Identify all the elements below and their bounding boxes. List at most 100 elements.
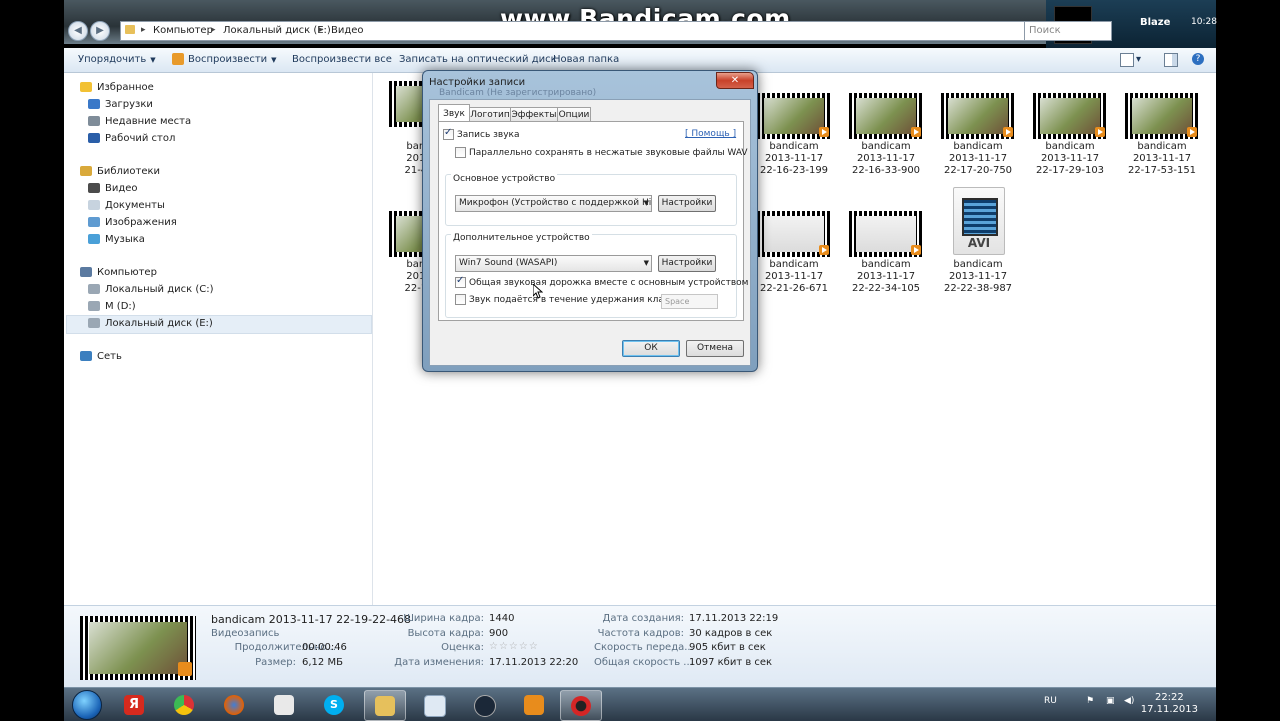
- help-link[interactable]: [ Помощь ]: [685, 129, 736, 139]
- search-input[interactable]: Поиск: [1024, 21, 1112, 41]
- cancel-button[interactable]: Отмена: [686, 340, 744, 357]
- volume-icon[interactable]: ◀): [1124, 696, 1134, 706]
- help-icon[interactable]: ?: [1192, 53, 1204, 65]
- tab-logo[interactable]: Логотип: [469, 107, 511, 122]
- secondary-settings-button[interactable]: Настройки: [658, 255, 716, 272]
- letterbox-right: [1216, 0, 1280, 720]
- start-button[interactable]: [72, 690, 102, 720]
- list-item[interactable]: bandicam 2013-11-17 22-16-33-900: [840, 141, 932, 177]
- taskbar-app[interactable]: [414, 690, 454, 719]
- list-item[interactable]: bandicam 2013-11-17 22-21-26-671: [748, 259, 840, 295]
- rating-stars[interactable]: ☆☆☆☆☆: [489, 641, 539, 652]
- skype-icon: S: [324, 695, 344, 715]
- list-item[interactable]: bandicam 2013-11-17 22-16-23-199: [748, 141, 840, 177]
- address-bar[interactable]: ▸ Компьютер ▸ Локальный диск (E:) ▸ Виде…: [120, 21, 1032, 41]
- list-item[interactable]: bandicam 2013-11-17 22-22-38-987: [932, 259, 1024, 295]
- taskbar-bandicam[interactable]: [560, 690, 602, 721]
- taskbar-explorer[interactable]: [364, 690, 406, 721]
- forward-button[interactable]: ▶: [90, 21, 110, 41]
- file-thumbnail[interactable]: [849, 211, 923, 257]
- preview-pane-icon[interactable]: [1164, 53, 1178, 67]
- tab-effects[interactable]: Эффекты: [510, 107, 558, 122]
- nav-network[interactable]: Сеть: [80, 351, 122, 367]
- primary-settings-button[interactable]: Настройки: [658, 195, 716, 212]
- hold-key-checkbox[interactable]: [455, 294, 466, 305]
- taskbar-media-player[interactable]: [514, 690, 554, 719]
- record-sound-checkbox[interactable]: [443, 127, 454, 140]
- nav-music[interactable]: Музыка: [88, 234, 145, 250]
- nav-desktop[interactable]: Рабочий стол: [88, 133, 175, 149]
- burn-button[interactable]: Записать на оптический диск: [399, 54, 557, 65]
- size-label: Размер:: [255, 657, 296, 668]
- file-thumbnail[interactable]: [941, 93, 1015, 139]
- nav-libraries[interactable]: Библиотеки: [80, 166, 160, 182]
- taskbar-clock[interactable]: 22:22 17.11.2013: [1141, 692, 1198, 716]
- play-button[interactable]: Воспроизвести ▼: [188, 54, 277, 65]
- nav-drive-c[interactable]: Локальный диск (C:): [88, 284, 214, 300]
- language-indicator[interactable]: RU: [1044, 696, 1057, 706]
- nav-recent[interactable]: Недавние места: [88, 116, 191, 132]
- list-item[interactable]: bandicam 2013-11-17 22-22-34-105: [840, 259, 932, 295]
- details-pane: bandicam 2013-11-17 22-19-22-468 Видеоза…: [64, 605, 1216, 688]
- file-time: 22-22-38-987: [943, 283, 1013, 294]
- network-tray-icon[interactable]: ▣: [1106, 696, 1115, 706]
- nav-documents[interactable]: Документы: [88, 200, 165, 216]
- avi-file-icon[interactable]: AVI: [953, 187, 1005, 255]
- file-thumbnail[interactable]: [1033, 93, 1107, 139]
- taskbar-counter-strike[interactable]: [264, 690, 304, 719]
- file-thumbnail[interactable]: [757, 211, 831, 257]
- nav-computer[interactable]: Компьютер: [80, 267, 157, 283]
- file-date: 2013-11-17: [764, 153, 824, 164]
- secondary-device-select[interactable]: Win7 Sound (WASAPI) ▼: [455, 255, 652, 272]
- explorer-folder-icon: [375, 696, 395, 716]
- nav-drive-e[interactable]: Локальный диск (E:): [88, 318, 213, 334]
- view-options-icon[interactable]: [1120, 53, 1134, 67]
- dialog-ghost-title: Bandicam (Не зарегистрировано): [439, 88, 597, 98]
- organize-button[interactable]: Упорядочить ▼: [78, 54, 156, 65]
- taskbar-yandex[interactable]: Я: [114, 690, 154, 719]
- yandex-icon: Я: [124, 695, 144, 715]
- flag-icon[interactable]: ⚑: [1086, 696, 1094, 706]
- list-item[interactable]: bandicam 2013-11-17 22-17-29-103: [1024, 141, 1116, 177]
- new-folder-button[interactable]: Новая папка: [553, 54, 619, 65]
- breadcrumb-computer[interactable]: Компьютер: [153, 25, 213, 36]
- list-item[interactable]: bandicam 2013-11-17 22-17-20-750: [932, 141, 1024, 177]
- search-placeholder: Поиск: [1029, 25, 1061, 36]
- close-button[interactable]: ✕: [716, 72, 754, 89]
- nav-downloads[interactable]: Загрузки: [88, 99, 153, 115]
- nav-pictures[interactable]: Изображения: [88, 217, 177, 233]
- play-all-button[interactable]: Воспроизвести все: [292, 54, 392, 65]
- chevron-down-icon: ▼: [150, 56, 156, 64]
- file-thumbnail[interactable]: [757, 93, 831, 139]
- breadcrumb-video[interactable]: Видео: [331, 25, 364, 36]
- file-time: 22-21-26-671: [759, 283, 829, 294]
- taskbar-skype[interactable]: S: [314, 690, 354, 719]
- play-overlay-icon: [178, 662, 192, 676]
- mix-track-checkbox[interactable]: [455, 275, 466, 288]
- height-value: 900: [489, 628, 509, 639]
- nav-video[interactable]: Видео: [88, 183, 138, 199]
- save-wav-checkbox[interactable]: [455, 147, 466, 158]
- primary-device-select[interactable]: Микрофон (Устройство с поддержкой High D…: [455, 195, 652, 212]
- play-overlay-icon: [819, 245, 829, 255]
- close-icon: ✕: [730, 75, 740, 86]
- file-date: 2013-11-17: [764, 271, 824, 282]
- hold-key-input[interactable]: Space: [661, 294, 718, 309]
- ok-button[interactable]: ОК: [622, 340, 680, 357]
- chevron-down-icon[interactable]: ▾: [1136, 54, 1141, 65]
- file-thumbnail[interactable]: [849, 93, 923, 139]
- taskbar-chrome[interactable]: [164, 690, 204, 719]
- chrome-icon: [174, 695, 194, 715]
- file-thumbnail[interactable]: [1125, 93, 1199, 139]
- hold-key-label: Звук подаётся в течение удержания клавиш…: [469, 295, 690, 305]
- chevron-down-icon: ▼: [643, 259, 649, 267]
- nav-favorites[interactable]: Избранное: [80, 82, 154, 98]
- nav-drive-d[interactable]: M (D:): [88, 301, 136, 317]
- tab-options[interactable]: Опции: [557, 107, 591, 122]
- back-button[interactable]: ◀: [68, 21, 88, 41]
- list-item[interactable]: bandicam 2013-11-17 22-17-53-151: [1116, 141, 1208, 177]
- taskbar-firefox[interactable]: [214, 690, 254, 719]
- taskbar-steam[interactable]: [464, 690, 504, 719]
- breadcrumb-drive-e[interactable]: Локальный диск (E:): [223, 25, 331, 36]
- primary-device-label: Основное устройство: [451, 174, 558, 184]
